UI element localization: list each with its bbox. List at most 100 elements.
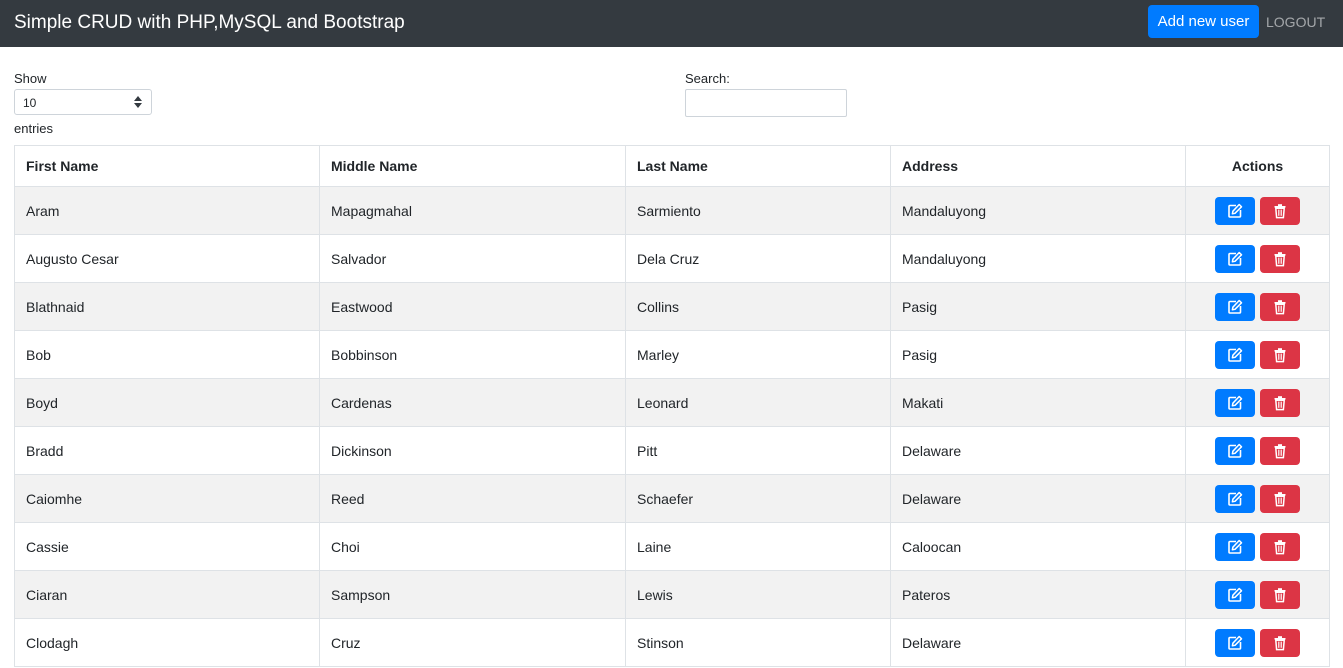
- table-row: Cassie Choi Laine Caloocan: [14, 522, 1330, 571]
- column-header-actions: Actions: [1185, 145, 1330, 187]
- cell-actions: [1185, 522, 1330, 571]
- cell-actions: [1185, 330, 1330, 379]
- cell-last-name: Pitt: [625, 426, 891, 475]
- cell-first-name: Aram: [14, 186, 320, 235]
- delete-button[interactable]: [1260, 628, 1301, 657]
- column-header-address[interactable]: Address: [890, 145, 1186, 187]
- cell-middle-name: Bobbinson: [319, 330, 626, 379]
- cell-middle-name: Reed: [319, 474, 626, 523]
- delete-button[interactable]: [1260, 580, 1301, 609]
- edit-button[interactable]: [1214, 388, 1255, 417]
- edit-icon: [1227, 299, 1242, 314]
- cell-address: Pasig: [890, 330, 1186, 379]
- cell-last-name: Stinson: [625, 618, 891, 667]
- table-header-row: First Name Middle Name Last Name Address…: [14, 145, 1330, 187]
- table-row: Bradd Dickinson Pitt Delaware: [14, 426, 1330, 475]
- cell-address: Caloocan: [890, 522, 1186, 571]
- trash-icon: [1274, 539, 1286, 554]
- search-input[interactable]: [685, 89, 847, 117]
- edit-button[interactable]: [1214, 292, 1255, 321]
- table-row: Clodagh Cruz Stinson Delaware: [14, 618, 1330, 667]
- cell-first-name: Boyd: [14, 378, 320, 427]
- trash-icon: [1274, 443, 1286, 458]
- trash-icon: [1274, 203, 1286, 218]
- column-header-first-name[interactable]: First Name: [14, 145, 320, 187]
- edit-icon: [1227, 443, 1242, 458]
- cell-last-name: Schaefer: [625, 474, 891, 523]
- edit-button[interactable]: [1214, 580, 1255, 609]
- cell-first-name: Blathnaid: [14, 282, 320, 331]
- cell-first-name: Ciaran: [14, 570, 320, 619]
- cell-last-name: Laine: [625, 522, 891, 571]
- cell-actions: [1185, 378, 1330, 427]
- cell-address: Delaware: [890, 474, 1186, 523]
- cell-address: Pateros: [890, 570, 1186, 619]
- trash-icon: [1274, 635, 1286, 650]
- navbar: Simple CRUD with PHP,MySQL and Bootstrap…: [0, 0, 1343, 47]
- table-row: Aram Mapagmahal Sarmiento Mandaluyong: [14, 186, 1330, 235]
- table-row: Caiomhe Reed Schaefer Delaware: [14, 474, 1330, 523]
- table-row: Bob Bobbinson Marley Pasig: [14, 330, 1330, 379]
- trash-icon: [1274, 395, 1286, 410]
- edit-icon: [1227, 635, 1242, 650]
- table-row: Boyd Cardenas Leonard Makati: [14, 378, 1330, 427]
- cell-actions: [1185, 186, 1330, 235]
- cell-actions: [1185, 570, 1330, 619]
- cell-address: Mandaluyong: [890, 234, 1186, 283]
- trash-icon: [1274, 251, 1286, 266]
- edit-icon: [1227, 203, 1242, 218]
- delete-button[interactable]: [1260, 244, 1301, 273]
- page-size-select[interactable]: 10: [14, 89, 152, 115]
- edit-button[interactable]: [1214, 196, 1255, 225]
- cell-last-name: Marley: [625, 330, 891, 379]
- column-header-last-name[interactable]: Last Name: [625, 145, 891, 187]
- table-row: Ciaran Sampson Lewis Pateros: [14, 570, 1330, 619]
- cell-actions: [1185, 426, 1330, 475]
- edit-icon: [1227, 251, 1242, 266]
- edit-button[interactable]: [1214, 484, 1255, 513]
- cell-first-name: Bradd: [14, 426, 320, 475]
- cell-address: Makati: [890, 378, 1186, 427]
- edit-button[interactable]: [1214, 532, 1255, 561]
- trash-icon: [1274, 347, 1286, 362]
- navbar-brand[interactable]: Simple CRUD with PHP,MySQL and Bootstrap: [14, 12, 405, 34]
- delete-button[interactable]: [1260, 340, 1301, 369]
- edit-button[interactable]: [1214, 628, 1255, 657]
- cell-middle-name: Salvador: [319, 234, 626, 283]
- edit-icon: [1227, 587, 1242, 602]
- page-size-value: 10: [23, 96, 37, 110]
- edit-button[interactable]: [1214, 340, 1255, 369]
- cell-middle-name: Cardenas: [319, 378, 626, 427]
- delete-button[interactable]: [1260, 532, 1301, 561]
- delete-button[interactable]: [1260, 388, 1301, 417]
- cell-middle-name: Cruz: [319, 618, 626, 667]
- cell-last-name: Lewis: [625, 570, 891, 619]
- edit-button[interactable]: [1214, 244, 1255, 273]
- edit-button[interactable]: [1214, 436, 1255, 465]
- delete-button[interactable]: [1260, 196, 1301, 225]
- cell-actions: [1185, 618, 1330, 667]
- column-header-middle-name[interactable]: Middle Name: [319, 145, 626, 187]
- search-label: Search:: [685, 71, 730, 86]
- cell-first-name: Clodagh: [14, 618, 320, 667]
- trash-icon: [1274, 587, 1286, 602]
- edit-icon: [1227, 347, 1242, 362]
- edit-icon: [1227, 539, 1242, 554]
- cell-address: Mandaluyong: [890, 186, 1186, 235]
- show-label: Show: [14, 71, 47, 86]
- delete-button[interactable]: [1260, 292, 1301, 321]
- delete-button[interactable]: [1260, 436, 1301, 465]
- table-row: Augusto Cesar Salvador Dela Cruz Mandalu…: [14, 234, 1330, 283]
- edit-icon: [1227, 491, 1242, 506]
- cell-actions: [1185, 474, 1330, 523]
- cell-actions: [1185, 282, 1330, 331]
- delete-button[interactable]: [1260, 484, 1301, 513]
- cell-first-name: Bob: [14, 330, 320, 379]
- trash-icon: [1274, 299, 1286, 314]
- cell-middle-name: Dickinson: [319, 426, 626, 475]
- add-new-user-button[interactable]: Add new user: [1148, 5, 1259, 38]
- cell-middle-name: Eastwood: [319, 282, 626, 331]
- cell-last-name: Dela Cruz: [625, 234, 891, 283]
- logout-link[interactable]: LOGOUT: [1266, 14, 1325, 30]
- table-row: Blathnaid Eastwood Collins Pasig: [14, 282, 1330, 331]
